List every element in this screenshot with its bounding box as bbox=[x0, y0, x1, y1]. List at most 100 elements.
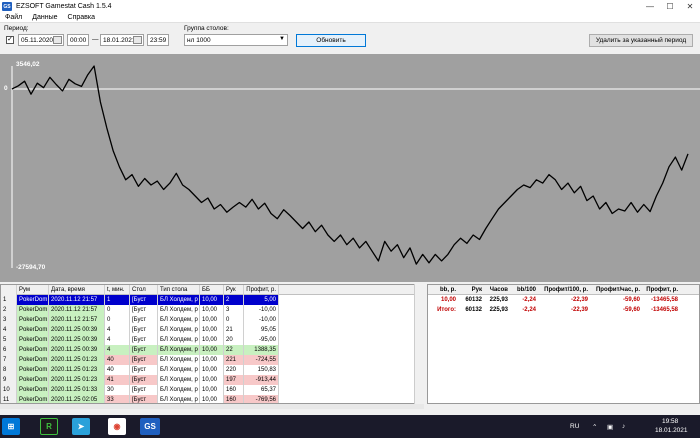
summary-table-header: bb, р. Рук Часов bb/100 Профит/100, р. П… bbox=[428, 285, 699, 295]
cell-date: 2020.11.25 01:23 bbox=[49, 365, 105, 375]
cell-minutes: 0 bbox=[105, 315, 130, 325]
col-header-hands[interactable]: Рук bbox=[224, 285, 244, 295]
taskbar-telegram-icon[interactable]: ➤ bbox=[72, 418, 90, 435]
cell-minutes: 40 bbox=[105, 365, 130, 375]
close-icon[interactable]: ✕ bbox=[680, 0, 700, 13]
cell-bb: 10,00 bbox=[200, 325, 224, 335]
chevron-down-icon: ▼ bbox=[279, 36, 285, 42]
table-group-select[interactable]: нл 1000 ▼ bbox=[184, 34, 288, 46]
sessions-table-hscrollbar[interactable] bbox=[0, 404, 424, 409]
cell-bb: 10,00 bbox=[200, 335, 224, 345]
menu-data[interactable]: Данные bbox=[27, 14, 62, 21]
summary-cell-p100: -22,39 bbox=[570, 297, 588, 303]
cell-room: PokerDom bbox=[17, 345, 49, 355]
sessions-table-scrollbar[interactable] bbox=[414, 284, 424, 404]
clock-time: 19:58 bbox=[662, 418, 679, 425]
summary-col-hands[interactable]: Рук bbox=[458, 285, 484, 295]
maximize-icon[interactable]: ☐ bbox=[660, 0, 680, 13]
period-checkbox[interactable]: ✓ bbox=[6, 36, 14, 44]
cell-table-type: БЛ Холдем, р bbox=[158, 385, 200, 395]
time-from-field[interactable]: 00:00 bbox=[67, 34, 89, 46]
summary-col-profit[interactable]: Профит, р. bbox=[642, 285, 680, 295]
cell-table: [Буст bbox=[130, 395, 158, 403]
date-to-field[interactable]: 18.01.2021 bbox=[100, 34, 144, 46]
windows-start-icon[interactable]: ⊞ bbox=[2, 418, 20, 435]
table-row[interactable]: 5 PokerDom 2020.11.25 00:39 4 [Буст БЛ Холдем… bbox=[1, 335, 423, 345]
sessions-table: Рум Дата, время t, мин. Стол Тип стола Б… bbox=[0, 284, 424, 404]
network-icon[interactable]: ▣ bbox=[607, 423, 613, 431]
time-to-value: 23:59 bbox=[150, 36, 167, 44]
refresh-button[interactable]: Обновить bbox=[296, 34, 366, 47]
cell-hands: 3 bbox=[224, 305, 244, 315]
taskbar-gamestat-icon[interactable]: GS bbox=[140, 418, 160, 435]
cell-table: [Буст bbox=[130, 335, 158, 345]
cell-profit: -724,55 bbox=[244, 355, 279, 365]
window-controls: — ☐ ✕ bbox=[640, 0, 700, 13]
taskbar: ⊞ R ➤ ◉ GS RU ⌃ ▣ ♪ 19:58 18.01.2021 bbox=[0, 415, 700, 438]
col-header-date[interactable]: Дата, время bbox=[49, 285, 105, 295]
cell-table: [Буст bbox=[130, 375, 158, 385]
col-header-room[interactable]: Рум bbox=[17, 285, 49, 295]
cell-date: 2020.11.25 01:23 bbox=[49, 375, 105, 385]
cell-date: 2020.11.25 01:23 bbox=[49, 355, 105, 365]
menu-file[interactable]: Файл bbox=[0, 14, 27, 21]
cell-minutes: 33 bbox=[105, 395, 130, 403]
calendar-icon[interactable] bbox=[133, 36, 142, 44]
summary-cell-hours: 225,93 bbox=[489, 297, 508, 303]
col-header-profit[interactable]: Профит, р. bbox=[244, 285, 279, 295]
col-header-minutes[interactable]: t, мин. bbox=[105, 285, 130, 295]
summary-col-bb[interactable]: bb, р. bbox=[428, 285, 458, 295]
row-number: 1 bbox=[1, 295, 17, 305]
cell-room: PokerDom bbox=[17, 385, 49, 395]
summary-col-profit-hour[interactable]: Профит/час, р. bbox=[590, 285, 642, 295]
table-row[interactable]: 3 PokerDom 2020.11.12 21:57 0 [Буст БЛ Холдем… bbox=[1, 315, 423, 325]
period-dash: — bbox=[92, 36, 99, 43]
summary-cell-phour: -59,60 bbox=[622, 307, 640, 313]
row-number: 2 bbox=[1, 305, 17, 315]
row-number: 5 bbox=[1, 335, 17, 345]
language-indicator[interactable]: RU bbox=[570, 423, 579, 430]
cell-room: PokerDom bbox=[17, 375, 49, 385]
col-header-bb[interactable]: ББ bbox=[200, 285, 224, 295]
date-to-value: 18.01.2021 bbox=[103, 36, 136, 44]
taskbar-chrome-icon[interactable]: ◉ bbox=[108, 418, 126, 435]
col-header-num[interactable] bbox=[1, 285, 17, 295]
menu-help[interactable]: Справка bbox=[63, 14, 100, 21]
delete-period-button[interactable]: Удалить за указанный период bbox=[589, 34, 693, 47]
summary-col-hours[interactable]: Часов bbox=[484, 285, 510, 295]
cell-table-type: БЛ Холдем, р bbox=[158, 345, 200, 355]
cell-minutes: 30 bbox=[105, 385, 130, 395]
summary-row[interactable]: 10,00 60132 225,93 -2,24 -22,39 -59,60 -13465,… bbox=[428, 295, 699, 305]
table-row[interactable]: 9 PokerDom 2020.11.25 01:23 41 [Буст БЛ Холде… bbox=[1, 375, 423, 385]
table-row[interactable]: 2 PokerDom 2020.11.12 21:57 0 [Буст БЛ Холдем… bbox=[1, 305, 423, 315]
tray-chevron-icon[interactable]: ⌃ bbox=[592, 423, 597, 431]
date-from-value: 05.11.2020 bbox=[21, 36, 54, 44]
app-icon: GS bbox=[2, 2, 12, 11]
col-header-table-type[interactable]: Тип стола bbox=[158, 285, 200, 295]
cell-profit: 1388,35 bbox=[244, 345, 279, 355]
table-row[interactable]: 8 PokerDom 2020.11.25 01:23 40 [Буст БЛ Холде… bbox=[1, 365, 423, 375]
summary-col-bb100[interactable]: bb/100 bbox=[510, 285, 538, 295]
summary-col-profit100[interactable]: Профит/100, р. bbox=[538, 285, 590, 295]
table-row[interactable]: 10 PokerDom 2020.11.25 01:33 30 [Буст БЛ Холд… bbox=[1, 385, 423, 395]
minimize-icon[interactable]: — bbox=[640, 0, 660, 13]
cell-bb: 10,00 bbox=[200, 305, 224, 315]
cell-bb: 10,00 bbox=[200, 355, 224, 365]
cell-table-type: БЛ Холдем, р bbox=[158, 365, 200, 375]
table-row[interactable]: 4 PokerDom 2020.11.25 00:39 4 [Буст БЛ Холдем… bbox=[1, 325, 423, 335]
taskbar-app-r[interactable]: R bbox=[40, 418, 58, 435]
table-row[interactable]: 7 PokerDom 2020.11.25 01:23 40 [Буст БЛ Холде… bbox=[1, 355, 423, 365]
summary-total-row[interactable]: Итого: 60132 225,93 -2,24 -22,39 -59,60 -13465… bbox=[428, 305, 699, 315]
cell-profit: 95,05 bbox=[244, 325, 279, 335]
table-row[interactable]: 11 PokerDom 2020.11.25 02:05 33 [Буст БЛ Холд… bbox=[1, 395, 423, 403]
cell-hands: 21 bbox=[224, 325, 244, 335]
date-from-field[interactable]: 05.11.2020 bbox=[18, 34, 64, 46]
cell-room: PokerDom bbox=[17, 315, 49, 325]
volume-icon[interactable]: ♪ bbox=[622, 423, 625, 430]
cell-bb: 10,00 bbox=[200, 395, 224, 403]
time-to-field[interactable]: 23:59 bbox=[147, 34, 169, 46]
table-row[interactable]: 6 PokerDom 2020.11.25 00:39 4 [Буст БЛ Холдем… bbox=[1, 345, 423, 355]
calendar-icon[interactable] bbox=[53, 36, 62, 44]
table-row[interactable]: 1 PokerDom 2020.11.12 21:57 1 [Буст БЛ Холдем… bbox=[1, 295, 423, 305]
col-header-table[interactable]: Стол bbox=[130, 285, 158, 295]
